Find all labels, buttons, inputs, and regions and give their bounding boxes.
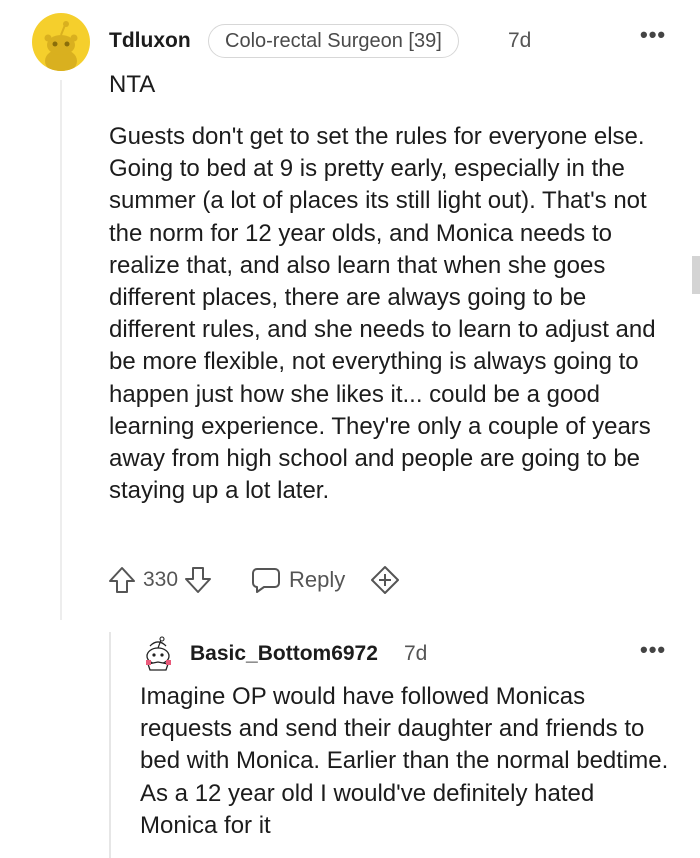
reply-button[interactable]: Reply bbox=[251, 566, 345, 594]
snoo-avatar-icon bbox=[146, 636, 171, 671]
thread-line[interactable] bbox=[60, 80, 62, 620]
downvote-button[interactable] bbox=[183, 565, 213, 595]
comment-verdict: NTA bbox=[109, 71, 156, 98]
avatar[interactable] bbox=[32, 13, 90, 71]
reply-thread-line[interactable] bbox=[109, 632, 111, 858]
reply-label: Reply bbox=[289, 567, 346, 592]
reply-more-options-icon[interactable]: ••• bbox=[640, 637, 666, 663]
award-icon bbox=[371, 566, 400, 594]
comment-body: Guests don't get to set the rules for ev… bbox=[109, 123, 656, 505]
more-options-icon[interactable]: ••• bbox=[640, 22, 666, 48]
vote-score: 330 bbox=[143, 568, 179, 591]
comment-author[interactable]: Tdluxon bbox=[109, 29, 191, 53]
upvote-button[interactable] bbox=[107, 565, 137, 595]
award-button[interactable] bbox=[369, 564, 401, 596]
reply-timestamp: 7d bbox=[404, 642, 428, 665]
downvote-icon bbox=[185, 567, 212, 593]
comment-actions: 330 Reply bbox=[107, 562, 401, 598]
reply-body: Imagine OP would have followed Monicas r… bbox=[140, 683, 669, 839]
comment-timestamp: 7d bbox=[508, 29, 532, 52]
reply-avatar[interactable] bbox=[140, 632, 180, 672]
reply-author[interactable]: Basic_Bottom6972 bbox=[190, 642, 378, 666]
upvote-icon bbox=[109, 567, 135, 593]
scrollbar[interactable] bbox=[692, 256, 700, 294]
user-flair: Colo-rectal Surgeon [39] bbox=[208, 24, 459, 58]
reply-icon bbox=[252, 568, 281, 593]
snoo-avatar-icon bbox=[44, 21, 78, 71]
